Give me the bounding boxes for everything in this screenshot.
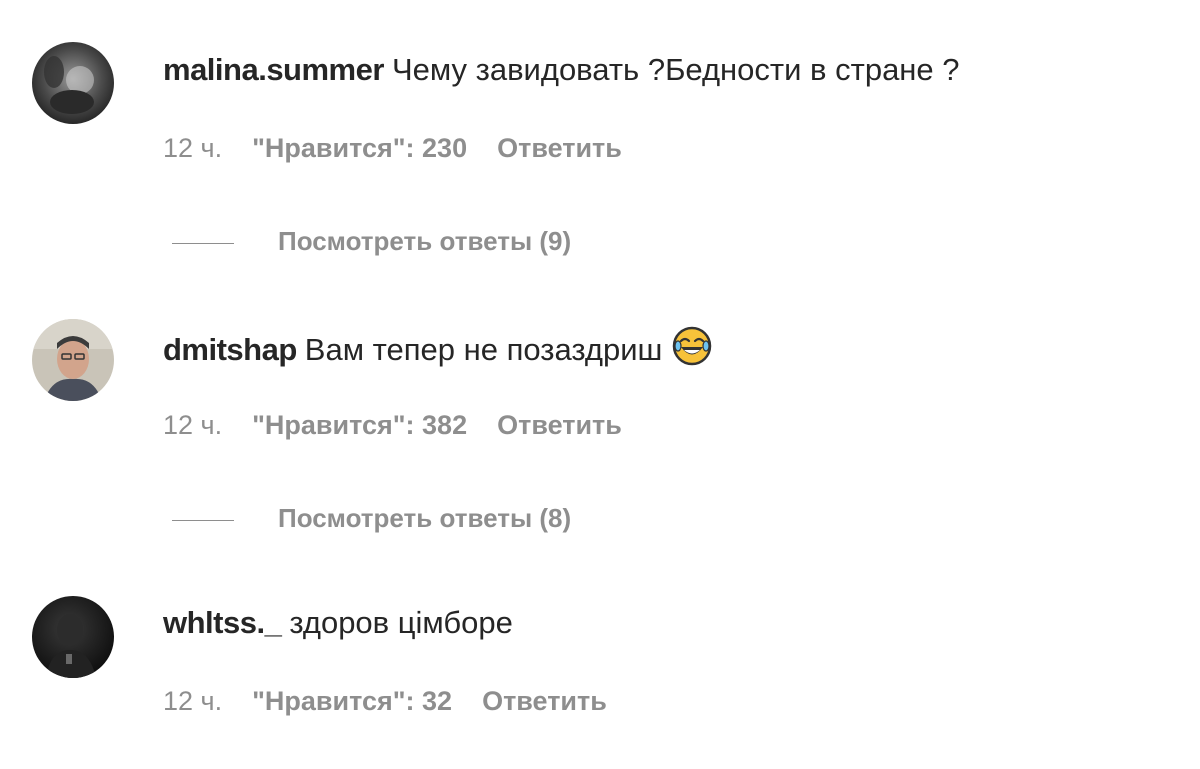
comment-body: Вам тепер не позаздриш <box>304 332 663 367</box>
view-replies-button[interactable]: Посмотреть ответы (9) <box>172 224 571 258</box>
comment-body: здоров цімборе <box>289 605 513 640</box>
comment-meta: 12 ч. "Нравится": 32 Ответить <box>163 684 607 718</box>
comment-body: Чему завидовать ?Бедности в стране ? <box>391 52 960 87</box>
comment-likes[interactable]: "Нравится": 32 <box>252 686 452 716</box>
comment-time[interactable]: 12 ч. <box>163 410 222 440</box>
comment-username[interactable]: whltss._ <box>163 605 282 640</box>
comment-text-line: dmitshap Вам тепер не позаздриш <box>163 326 712 370</box>
avatar[interactable] <box>32 42 114 124</box>
view-replies-button[interactable]: Посмотреть ответы (8) <box>172 501 571 535</box>
reply-button[interactable]: Ответить <box>482 686 607 716</box>
avatar[interactable] <box>32 319 114 401</box>
comment-time[interactable]: 12 ч. <box>163 133 222 163</box>
comment-username[interactable]: malina.summer <box>163 52 384 87</box>
comment-meta: 12 ч. "Нравится": 230 Ответить <box>163 131 622 165</box>
comment-time[interactable]: 12 ч. <box>163 686 222 716</box>
replies-divider <box>172 519 234 521</box>
comment-likes[interactable]: "Нравится": 230 <box>252 133 467 163</box>
comment-text-line: whltss._ здоров цімборе <box>163 603 513 643</box>
face-with-tears-of-joy-icon <box>672 326 712 366</box>
reply-button[interactable]: Ответить <box>497 410 622 440</box>
reply-button[interactable]: Ответить <box>497 133 622 163</box>
comment-username[interactable]: dmitshap <box>163 332 297 367</box>
view-replies-label: Посмотреть ответы (9) <box>278 226 572 256</box>
replies-divider <box>172 242 234 244</box>
avatar[interactable] <box>32 596 114 678</box>
comment-likes[interactable]: "Нравится": 382 <box>252 410 467 440</box>
view-replies-label: Посмотреть ответы (8) <box>278 503 572 533</box>
comment-meta: 12 ч. "Нравится": 382 Ответить <box>163 408 622 442</box>
comment-text-line: malina.summer Чему завидовать ?Бедности в… <box>163 50 960 90</box>
